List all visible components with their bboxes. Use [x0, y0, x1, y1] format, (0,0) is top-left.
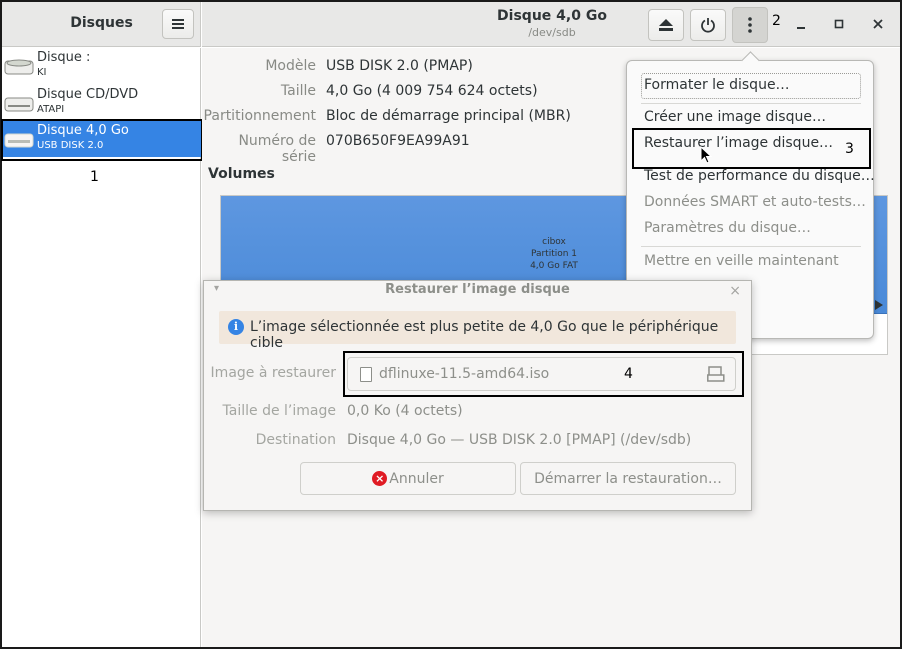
minimize-button[interactable] [792, 12, 812, 36]
sidebar-header: Disques [2, 2, 201, 47]
volumes-heading: Volumes [208, 166, 275, 182]
image-size-value: 0,0 Ko (4 octets) [347, 403, 463, 419]
maximize-button[interactable] [830, 12, 850, 36]
size-value: 4,0 Go (4 009 754 624 octets) [326, 83, 538, 99]
partition-number: Partition 1 [530, 249, 578, 259]
partition-size: 4,0 Go FAT [530, 261, 578, 271]
restore-image-dialog: ▾ Restaurer l’image disque × i L’image s… [203, 280, 752, 511]
cancel-label: Annuler [389, 470, 444, 487]
model-value: USB DISK 2.0 (PMAP) [326, 58, 473, 74]
size-label: Taille [280, 83, 316, 99]
menu-item-restore-image[interactable]: Restaurer l’image disque… [644, 135, 833, 151]
minimize-icon [797, 27, 805, 29]
annotation-2: 2 [772, 13, 781, 29]
open-file-icon [707, 366, 725, 382]
close-button[interactable] [868, 12, 888, 36]
disk-subtitle: KI [37, 67, 47, 78]
window-title: Disque 4,0 Go [497, 8, 607, 24]
cancel-button[interactable]: × Annuler [300, 462, 516, 495]
serial-value: 070B650F9EA99A91 [326, 133, 470, 149]
mouse-pointer-icon [700, 146, 712, 164]
window-subtitle: /dev/sdb [528, 26, 576, 39]
menu-item-format-disk[interactable]: Formater le disque… [644, 77, 790, 93]
cancel-icon: × [372, 471, 388, 486]
disk-name: Disque CD/DVD [37, 87, 139, 102]
annotation-3: 3 [845, 141, 854, 157]
partition-name: cibox [542, 237, 566, 247]
disk-list: Disque : KI Disque CD/DVD ATAPI Disque 4… [2, 48, 201, 647]
disk-list-item-selected[interactable]: Disque 4,0 Go USB DISK 2.0 [2, 121, 201, 157]
disk-options-button[interactable] [732, 7, 768, 43]
hamburger-icon [172, 19, 184, 29]
partitioning-value: Bloc de démarrage principal (MBR) [326, 108, 571, 124]
menu-item-create-image[interactable]: Créer une image disque… [644, 109, 826, 125]
annotation-1: 1 [90, 169, 99, 185]
menu-item-standby-now: Mettre en veille maintenant [644, 253, 839, 269]
power-off-button[interactable] [690, 9, 726, 41]
menu-item-disk-settings: Paramètres du disque… [644, 220, 811, 236]
disk-name: Disque 4,0 Go [37, 123, 129, 138]
power-icon [701, 18, 715, 33]
image-size-label: Taille de l’image [222, 403, 336, 419]
file-icon [360, 367, 372, 382]
disk-list-item[interactable]: Disque CD/DVD ATAPI [2, 85, 201, 121]
disk-subtitle: ATAPI [37, 104, 65, 115]
image-file-chooser[interactable]: dflinuxe-11.5-amd64.iso [347, 357, 736, 391]
model-label: Modèle [265, 58, 316, 74]
menu-separator [641, 103, 861, 104]
dialog-close-icon[interactable]: × [729, 283, 741, 299]
kebab-menu-icon [748, 17, 752, 33]
hamburger-menu-button[interactable] [162, 9, 194, 39]
destination-label: Destination [255, 432, 336, 448]
info-message: L’image sélectionnée est plus petite de … [250, 319, 719, 351]
optical-drive-icon [4, 97, 34, 112]
menu-separator [641, 246, 861, 247]
disk-subtitle: USB DISK 2.0 [37, 140, 104, 151]
start-restore-button[interactable]: Démarrer la restauration… [520, 462, 736, 495]
usb-drive-icon [4, 133, 34, 148]
serial-label: Numéro de série [238, 133, 316, 165]
close-icon [873, 19, 883, 29]
eject-button[interactable] [648, 9, 684, 41]
info-bar: i L’image sélectionnée est plus petite d… [219, 311, 736, 351]
menu-item-smart-data: Données SMART et auto-tests… [644, 194, 866, 210]
partitioning-label: Partitionnement [203, 108, 316, 124]
partition-label: cibox Partition 1 4,0 Go FAT [521, 236, 587, 272]
destination-value: Disque 4,0 Go — USB DISK 2.0 [PMAP] (/de… [347, 432, 692, 448]
disk-name: Disque : [37, 50, 91, 65]
maximize-icon [834, 19, 844, 29]
info-icon: i [228, 319, 244, 335]
annotation-4: 4 [624, 366, 633, 382]
header-bar: Disque 4,0 Go /dev/sdb 2 [202, 2, 900, 47]
hard-drive-icon [4, 59, 34, 75]
image-to-restore-label: Image à restaurer [210, 365, 336, 381]
scroll-right-arrow-icon [875, 300, 883, 310]
start-restore-label: Démarrer la restauration… [534, 470, 722, 487]
disk-list-item[interactable]: Disque : KI [2, 48, 201, 84]
image-file-name: dflinuxe-11.5-amd64.iso [379, 366, 550, 382]
eject-icon [659, 19, 673, 31]
dialog-title: Restaurer l’image disque [385, 282, 570, 297]
menu-item-benchmark[interactable]: Test de performance du disque… [644, 168, 875, 184]
